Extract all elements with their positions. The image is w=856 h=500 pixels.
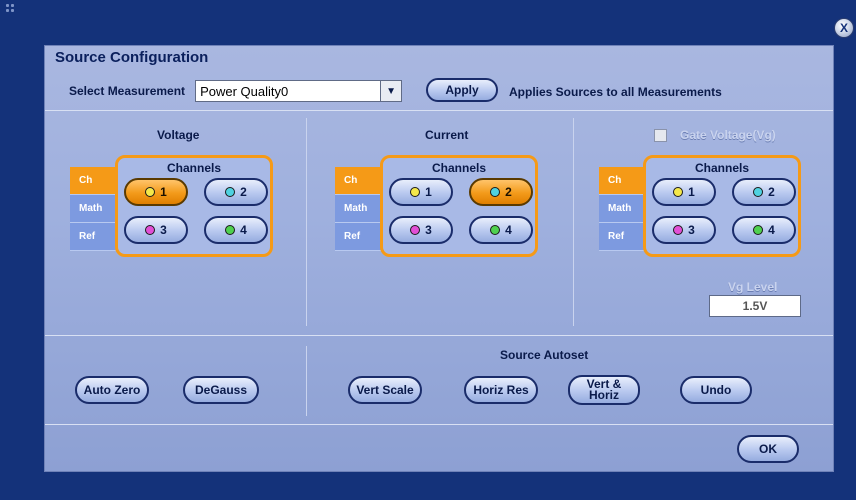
channel-4-color-icon — [225, 225, 236, 235]
gate-source-tabs: Ch Math Ref — [599, 167, 645, 251]
measurement-dropdown[interactable]: Power Quality0 ▼ — [195, 80, 403, 102]
current-tab-ch[interactable]: Ch — [335, 167, 381, 195]
source-configuration-dialog: Source Configuration Select Measurement … — [44, 45, 834, 472]
divider-bottom — [306, 346, 307, 416]
degauss-button[interactable]: DeGauss — [183, 376, 259, 404]
gate-channel-3-label: 3 — [688, 223, 695, 237]
channel-2-color-icon — [225, 187, 236, 197]
channel-3-color-icon — [145, 225, 156, 235]
voltage-tab-ref[interactable]: Ref — [70, 223, 116, 251]
gate-channels-panel: Channels 1 2 3 4 — [643, 155, 801, 257]
current-channels-panel: Channels 1 2 3 4 — [380, 155, 538, 257]
gate-channel-2-label: 2 — [768, 185, 775, 199]
source-autoset-title: Source Autoset — [500, 348, 589, 362]
channel-3-color-icon — [673, 225, 684, 235]
channel-4-color-icon — [753, 225, 764, 235]
gate-channel-3-button[interactable]: 3 — [652, 216, 716, 244]
auto-zero-button[interactable]: Auto Zero — [75, 376, 149, 404]
voltage-channel-3-button[interactable]: 3 — [124, 216, 188, 244]
channel-1-color-icon — [145, 187, 156, 197]
voltage-tab-math[interactable]: Math — [70, 195, 116, 223]
divider-current-gate — [573, 118, 574, 326]
vert-and-horiz-button[interactable]: Vert & Horiz — [568, 375, 640, 405]
ok-button[interactable]: OK — [737, 435, 799, 463]
current-channel-1-button[interactable]: 1 — [389, 178, 453, 206]
divider-top — [45, 110, 833, 111]
gate-channel-4-label: 4 — [768, 223, 775, 237]
divider-footer — [45, 424, 833, 425]
gate-channel-4-button[interactable]: 4 — [732, 216, 796, 244]
gate-tab-math[interactable]: Math — [599, 195, 645, 223]
checkbox-icon[interactable] — [654, 128, 667, 142]
measurement-dropdown-value: Power Quality0 — [200, 83, 289, 99]
vg-level-label: Vg Level — [728, 280, 778, 294]
channel-4-color-icon — [490, 225, 501, 235]
current-tab-ref[interactable]: Ref — [335, 223, 381, 251]
voltage-channel-1-button[interactable]: 1 — [124, 178, 188, 206]
channel-2-color-icon — [490, 187, 501, 197]
gate-voltage-label: Gate Voltage(Vg) — [680, 128, 776, 142]
channel-3-color-icon — [410, 225, 421, 235]
current-source-tabs: Ch Math Ref — [335, 167, 381, 251]
voltage-channels-panel: Channels 1 2 3 4 — [115, 155, 273, 257]
close-button[interactable]: X — [834, 18, 854, 38]
voltage-channel-2-label: 2 — [240, 185, 247, 199]
apply-note: Applies Sources to all Measurements — [509, 85, 722, 99]
voltage-channel-4-button[interactable]: 4 — [204, 216, 268, 244]
vert-and-horiz-line2: Horiz — [589, 388, 619, 402]
voltage-channel-2-button[interactable]: 2 — [204, 178, 268, 206]
vert-scale-button[interactable]: Vert Scale — [348, 376, 422, 404]
voltage-channel-3-label: 3 — [160, 223, 167, 237]
voltage-channel-1-label: 1 — [160, 185, 167, 199]
horiz-res-button[interactable]: Horiz Res — [464, 376, 538, 404]
channel-1-color-icon — [410, 187, 421, 197]
current-channel-3-button[interactable]: 3 — [389, 216, 453, 244]
current-channel-4-label: 4 — [505, 223, 512, 237]
dialog-title: Source Configuration — [55, 49, 209, 66]
current-channel-4-button[interactable]: 4 — [469, 216, 533, 244]
gate-channel-2-button[interactable]: 2 — [732, 178, 796, 206]
measurement-row: Select Measurement Power Quality0 ▼ — [69, 79, 403, 103]
voltage-channel-4-label: 4 — [240, 223, 247, 237]
undo-button[interactable]: Undo — [680, 376, 752, 404]
dropdown-arrow-icon[interactable]: ▼ — [380, 81, 402, 101]
window-grip-icon — [6, 4, 18, 16]
gate-voltage-checkbox[interactable]: Gate Voltage(Vg) — [654, 128, 776, 142]
current-channel-2-label: 2 — [505, 185, 512, 199]
current-channel-1-label: 1 — [425, 185, 432, 199]
divider-voltage-current — [306, 118, 307, 326]
gate-channels-title: Channels — [694, 161, 749, 175]
current-channels-title: Channels — [431, 161, 486, 175]
vg-level-input[interactable]: 1.5V — [709, 295, 801, 317]
gate-tab-ch[interactable]: Ch — [599, 167, 645, 195]
voltage-channels-title: Channels — [166, 161, 221, 175]
current-tab-math[interactable]: Math — [335, 195, 381, 223]
channel-1-color-icon — [673, 187, 684, 197]
current-channel-3-label: 3 — [425, 223, 432, 237]
gate-tab-ref[interactable]: Ref — [599, 223, 645, 251]
gate-channel-1-button[interactable]: 1 — [652, 178, 716, 206]
voltage-source-tabs: Ch Math Ref — [70, 167, 116, 251]
divider-middle — [45, 335, 833, 336]
current-channel-2-button[interactable]: 2 — [469, 178, 533, 206]
voltage-title: Voltage — [157, 128, 200, 142]
select-measurement-label: Select Measurement — [69, 84, 186, 98]
channel-2-color-icon — [753, 187, 764, 197]
gate-channel-1-label: 1 — [688, 185, 695, 199]
apply-button[interactable]: Apply — [426, 78, 498, 102]
voltage-tab-ch[interactable]: Ch — [70, 167, 116, 195]
current-title: Current — [425, 128, 469, 142]
